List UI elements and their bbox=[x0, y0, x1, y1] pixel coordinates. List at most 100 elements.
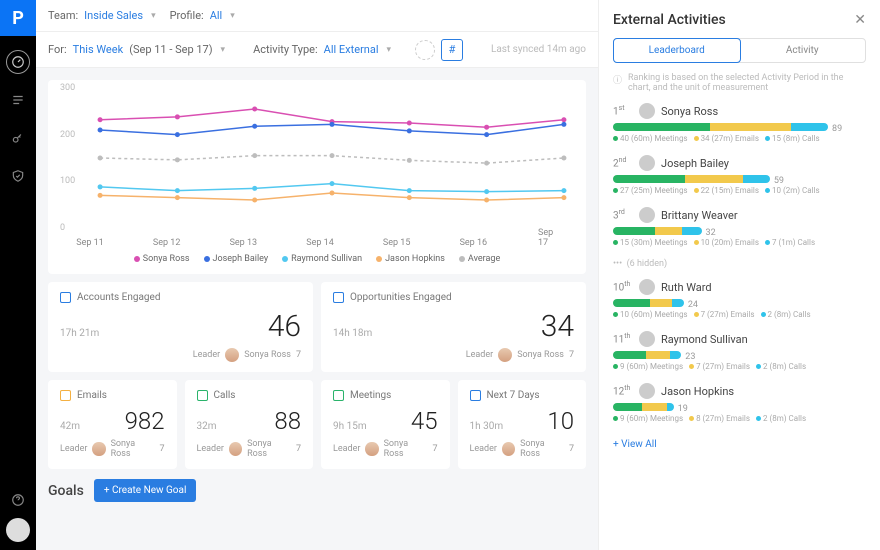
breakdown: 40 (60m) Meetings34 (27m) Emails15 (8m) … bbox=[613, 134, 866, 143]
for-label: For: bbox=[48, 43, 67, 56]
kpi-title: Meetings bbox=[350, 390, 391, 401]
person-name: Sonya Ross bbox=[661, 105, 718, 118]
for-dropdown[interactable]: This Week bbox=[73, 43, 124, 56]
kpi-icon bbox=[333, 292, 344, 303]
total: 59 bbox=[774, 176, 784, 186]
kpi-sub: 17h 21m bbox=[60, 328, 99, 339]
kpi-card: Opportunities Engaged14h 18m34LeaderSony… bbox=[321, 282, 586, 372]
chevron-down-icon: ▾ bbox=[387, 45, 392, 55]
kpi-value: 10 bbox=[547, 407, 574, 435]
leaderboard-list: 1stSonya Ross8940 (60m) Meetings34 (27m)… bbox=[613, 103, 866, 435]
profile-label: Profile: bbox=[170, 9, 204, 22]
kpi-title: Next 7 Days bbox=[487, 390, 540, 401]
team-label: Team: bbox=[48, 9, 78, 22]
nav-key-icon[interactable] bbox=[6, 126, 30, 150]
topbar: Team: Inside Sales ▾ Profile: All ▾ bbox=[36, 0, 598, 32]
hash-toggle[interactable]: # bbox=[441, 39, 463, 61]
leader-name: Sonya Ross bbox=[520, 439, 564, 459]
create-goal-button[interactable]: + Create New Goal bbox=[94, 479, 197, 502]
stacked-bar bbox=[613, 299, 684, 307]
avatar bbox=[225, 348, 239, 362]
stacked-bar bbox=[613, 123, 828, 131]
leaderboard-item[interactable]: 3rdBrittany Weaver3215 (30m) Meetings10 … bbox=[613, 207, 866, 247]
app-logo[interactable]: P bbox=[0, 0, 36, 36]
kpi-value: 46 bbox=[268, 309, 301, 344]
stacked-bar bbox=[613, 351, 681, 359]
activity-dropdown[interactable]: All External bbox=[324, 43, 379, 56]
kpi-card: Accounts Engaged17h 21m46LeaderSonya Ros… bbox=[48, 282, 313, 372]
kpi-card: Meetings 9h 15m 45 Leader Sonya Ross 7 bbox=[321, 380, 450, 469]
team-dropdown[interactable]: Inside Sales bbox=[84, 9, 143, 22]
leaderboard-item[interactable]: 10thRuth Ward2410 (60m) Meetings7 (27m) … bbox=[613, 279, 866, 319]
help-icon[interactable] bbox=[6, 488, 30, 512]
person-name: Brittany Weaver bbox=[661, 209, 738, 222]
leaderboard-item[interactable]: 2ndJoseph Bailey5927 (25m) Meetings22 (1… bbox=[613, 155, 866, 195]
avatar bbox=[229, 442, 242, 456]
side-panel: External Activities ✕ Leaderboard Activi… bbox=[598, 0, 880, 550]
kpi-sub: 9h 15m bbox=[333, 421, 367, 432]
nav-shield-icon[interactable] bbox=[6, 164, 30, 188]
kpi-big-grid: Accounts Engaged17h 21m46LeaderSonya Ros… bbox=[48, 282, 586, 372]
chart-card: 0100200300Sep 11Sep 12Sep 13Sep 14Sep 15… bbox=[48, 80, 586, 274]
close-icon[interactable]: ✕ bbox=[854, 12, 866, 28]
kpi-value: 88 bbox=[274, 407, 301, 435]
profile-dropdown[interactable]: All bbox=[210, 9, 223, 22]
leader-label: Leader bbox=[193, 350, 220, 360]
nav-rail: P bbox=[0, 0, 36, 550]
leader-name: Sonya Ross bbox=[517, 350, 564, 360]
kpi-value: 34 bbox=[541, 309, 574, 344]
kpi-sub: 1h 30m bbox=[470, 421, 504, 432]
avatar bbox=[639, 383, 655, 399]
view-all-link[interactable]: + View All bbox=[613, 439, 866, 450]
leader-label: Leader bbox=[333, 444, 360, 454]
goals-section: Goals + Create New Goal bbox=[48, 479, 586, 502]
leaderboard-item[interactable]: 12thJason Hopkins199 (60m) Meetings8 (27… bbox=[613, 383, 866, 423]
leader-label: Leader bbox=[470, 444, 497, 454]
leaderboard-item[interactable]: 1stSonya Ross8940 (60m) Meetings34 (27m)… bbox=[613, 103, 866, 143]
breakdown: 10 (60m) Meetings7 (27m) Emails2 (8m) Ca… bbox=[613, 310, 866, 319]
person-name: Joseph Bailey bbox=[661, 157, 729, 170]
kpi-sub: 14h 18m bbox=[333, 328, 372, 339]
kpi-icon bbox=[333, 390, 344, 401]
content-scroll: 0100200300Sep 11Sep 12Sep 13Sep 14Sep 15… bbox=[36, 68, 598, 550]
leader-count: 7 bbox=[296, 350, 301, 360]
leaderboard-item[interactable]: 11thRaymond Sullivan239 (60m) Meetings7 … bbox=[613, 331, 866, 371]
leader-count: 7 bbox=[432, 444, 437, 454]
kpi-value: 45 bbox=[411, 407, 438, 435]
kpi-card: Next 7 Days 1h 30m 10 Leader Sonya Ross 7 bbox=[458, 380, 587, 469]
kpi-sub: 32m bbox=[197, 421, 217, 432]
person-name: Ruth Ward bbox=[661, 281, 712, 294]
user-avatar[interactable] bbox=[6, 518, 30, 542]
avatar bbox=[639, 207, 655, 223]
kpi-value: 982 bbox=[125, 407, 165, 435]
leader-name: Sonya Ross bbox=[111, 439, 155, 459]
leader-count: 7 bbox=[159, 444, 164, 454]
stacked-bar bbox=[613, 175, 770, 183]
leader-name: Sonya Ross bbox=[244, 350, 291, 360]
tab-activity[interactable]: Activity bbox=[740, 39, 866, 62]
nav-list-icon[interactable] bbox=[6, 88, 30, 112]
for-range: (Sep 11 - Sep 17) bbox=[129, 43, 212, 56]
rank: 11th bbox=[613, 332, 633, 345]
kpi-title: Emails bbox=[77, 390, 107, 401]
leader-count: 7 bbox=[569, 444, 574, 454]
kpi-card: Emails42m982LeaderSonya Ross7 bbox=[48, 380, 177, 469]
tab-leaderboard[interactable]: Leaderboard bbox=[613, 38, 741, 63]
filterbar: For: This Week (Sep 11 - Sep 17) ▾ Activ… bbox=[36, 32, 598, 68]
chevron-down-icon: ▾ bbox=[230, 11, 235, 21]
activities-chart: 0100200300Sep 11Sep 12Sep 13Sep 14Sep 15… bbox=[60, 88, 574, 248]
chevron-down-icon: ▾ bbox=[151, 11, 156, 21]
total: 32 bbox=[706, 228, 716, 238]
kpi-card: Calls32m88LeaderSonya Ross7 bbox=[185, 380, 314, 469]
avatar bbox=[502, 442, 515, 456]
breakdown: 9 (60m) Meetings8 (27m) Emails2 (8m) Cal… bbox=[613, 414, 866, 423]
kpi-icon bbox=[60, 390, 71, 401]
period-ring-icon[interactable] bbox=[415, 40, 435, 60]
leader-name: Sonya Ross bbox=[384, 439, 428, 459]
avatar bbox=[498, 348, 512, 362]
kpi-small-grid: Emails42m982LeaderSonya Ross7Calls32m88L… bbox=[48, 380, 586, 469]
total: 89 bbox=[832, 124, 842, 134]
nav-dashboard-icon[interactable] bbox=[6, 50, 30, 74]
chevron-down-icon: ▾ bbox=[221, 45, 226, 55]
person-name: Jason Hopkins bbox=[661, 385, 734, 398]
